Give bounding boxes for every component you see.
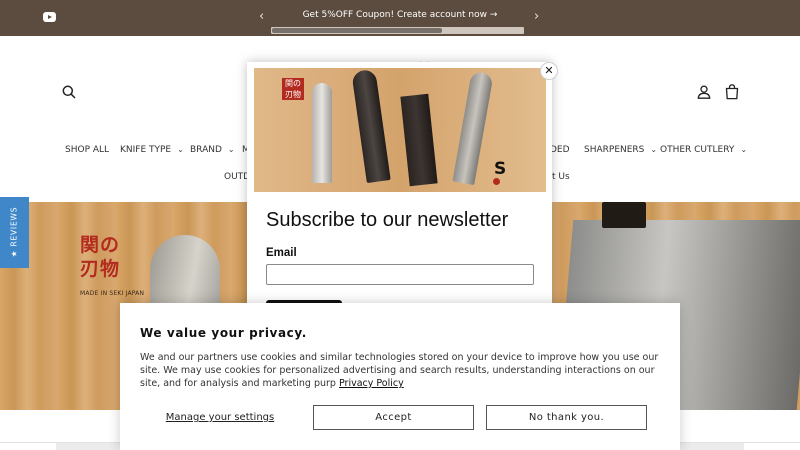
nav-item-other-cutlery[interactable]: OTHER CUTLERY ⌄ (660, 143, 747, 157)
newsletter-image-brand: S (494, 159, 507, 179)
nav-item-label: SHOP ALL (65, 145, 110, 155)
hero-made-in-label: MADE IN SEKI JAPAN (80, 290, 145, 297)
newsletter-title: Subscribe to our newsletter (266, 209, 509, 231)
reviews-tab-label: ★ REVIEWS (9, 206, 19, 258)
nav-item-label: OTHER CUTLERY (660, 145, 735, 155)
search-icon[interactable] (62, 85, 76, 99)
nav-item-label: SHARPENERS (584, 145, 645, 155)
nav-item-label: BRAND (190, 145, 222, 155)
privacy-title: We value your privacy. (140, 326, 307, 340)
announcement-next-button[interactable]: › (534, 9, 539, 25)
nav-item-label: KNIFE TYPE (120, 145, 172, 155)
privacy-text: We and our partners use cookies and simi… (140, 351, 662, 390)
newsletter-image-knife (312, 83, 332, 183)
hero-knife-handle (602, 202, 646, 228)
newsletter-image-brand-dot (493, 178, 500, 185)
nav-item-label: DED (550, 145, 570, 155)
chevron-down-icon: ⌄ (650, 145, 658, 154)
nav-item-brand[interactable]: BRAND ⌄ (190, 143, 235, 157)
cart-icon[interactable] (725, 84, 739, 100)
decline-button[interactable]: No thank you. (486, 405, 647, 430)
announcement-scrollbar-thumb[interactable] (272, 28, 442, 33)
close-icon[interactable]: ✕ (540, 62, 558, 80)
nav-item-knife-type[interactable]: KNIFE TYPE ⌄ (120, 143, 184, 157)
chevron-down-icon: ⌄ (740, 145, 748, 154)
newsletter-image-logo: 関の 刃物 (282, 78, 304, 100)
youtube-icon[interactable] (43, 12, 56, 22)
announcement-scrollbar[interactable] (271, 27, 524, 34)
email-field-label: Email (266, 247, 297, 259)
chevron-down-icon: ⌄ (227, 145, 235, 154)
accept-button[interactable]: Accept (313, 405, 474, 430)
announcement-bar: ‹ Get 5%OFF Coupon! Create account now →… (0, 0, 800, 36)
nav-item-shop-all[interactable]: SHOP ALL (65, 143, 109, 157)
nav-item-sharpeners[interactable]: SHARPENERS ⌄ (584, 143, 657, 157)
hero-logo: 関の 刃物 (80, 234, 121, 280)
nav-item-partial-ded[interactable]: DED (550, 143, 570, 157)
chevron-down-icon: ⌄ (177, 145, 184, 154)
manage-settings-button[interactable]: Manage your settings (140, 405, 300, 430)
privacy-policy-link[interactable]: Privacy Policy (339, 378, 404, 389)
account-icon[interactable] (697, 85, 711, 99)
announcement-text[interactable]: Get 5%OFF Coupon! Create account now → (290, 9, 510, 21)
email-field[interactable] (266, 264, 534, 285)
announcement-prev-button[interactable]: ‹ (259, 9, 264, 25)
